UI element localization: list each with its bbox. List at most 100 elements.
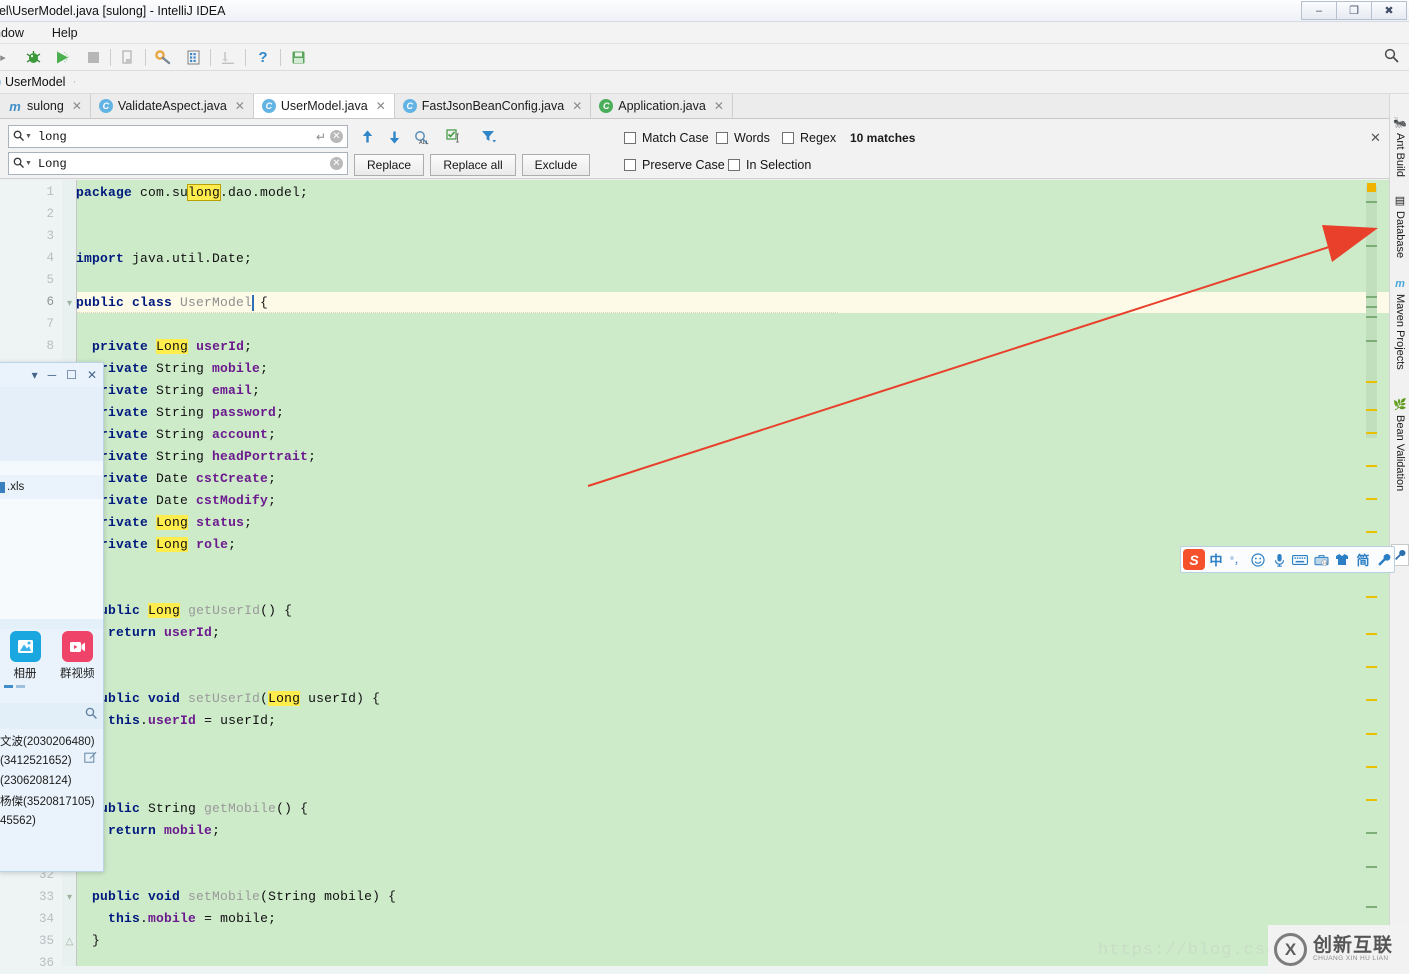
clear-replace-icon[interactable]: ✕: [330, 157, 343, 170]
chevron-down-icon[interactable]: ▼: [25, 160, 32, 167]
search-field-wrapper[interactable]: ▼ ↵ ✕: [8, 125, 348, 148]
settings-icon[interactable]: [148, 45, 178, 69]
edit-icon[interactable]: [84, 751, 97, 767]
checkbox-box: [728, 159, 740, 171]
tab-close-icon[interactable]: ✕: [376, 99, 386, 113]
search-everywhere-icon[interactable]: [1384, 48, 1399, 67]
list-item[interactable]: 文波(2030206480): [0, 731, 103, 751]
tab-validateaspect[interactable]: C ValidateAspect.java ✕: [90, 94, 254, 118]
arrow-down-icon[interactable]: [381, 125, 407, 149]
search-input[interactable]: [35, 128, 312, 145]
chevron-icon[interactable]: ▾: [32, 368, 38, 382]
minimize-button[interactable]: –: [1301, 1, 1337, 20]
tab-close-icon[interactable]: ✕: [572, 99, 582, 113]
line-number: 35: [38, 934, 54, 948]
exclude-button[interactable]: Exclude: [522, 154, 590, 176]
qq-contact-list[interactable]: 文波(2030206480) (3412521652) (2306208124)…: [0, 731, 103, 831]
menu-item-help[interactable]: Help: [52, 26, 78, 40]
sogou-logo-icon[interactable]: S: [1183, 549, 1205, 570]
filter-icon[interactable]: [476, 124, 502, 148]
tab-fastjsonbeanconfig[interactable]: C FastJsonBeanConfig.java ✕: [394, 94, 592, 118]
inspection-status-box[interactable]: [1367, 183, 1376, 192]
emoji-icon[interactable]: [1248, 549, 1268, 570]
qq-app-photo-album[interactable]: 相册: [8, 631, 42, 681]
punctuation-icon[interactable]: °，: [1227, 549, 1247, 570]
marker-match: [1366, 766, 1377, 768]
minimize-icon[interactable]: ─: [48, 368, 57, 382]
breadcrumb-item-usermodel[interactable]: UserModel: [0, 71, 75, 94]
tab-close-icon[interactable]: ✕: [235, 99, 245, 113]
tab-close-icon[interactable]: ✕: [72, 99, 82, 113]
qq-panel[interactable]: ▾ ─ ☐ ✕ .xls 相册 群视频 文波(2030206480) (3412…: [0, 362, 104, 872]
words-checkbox[interactable]: Words: [716, 131, 770, 145]
skin-icon[interactable]: [1332, 549, 1352, 570]
in-selection-checkbox[interactable]: In Selection: [728, 158, 811, 172]
tool-button-label: Bean Validation: [1394, 415, 1406, 492]
database-save-icon[interactable]: [283, 45, 313, 69]
marker-green: [1366, 316, 1377, 318]
fold-marker-icon[interactable]: ▾: [64, 892, 75, 903]
marker-match: [1366, 699, 1377, 701]
marker-match: [1366, 733, 1377, 735]
keyboard-icon[interactable]: [1290, 549, 1310, 570]
list-item[interactable]: 45562): [0, 811, 103, 831]
tab-close-icon[interactable]: ✕: [714, 99, 724, 113]
match-case-checkbox[interactable]: Match Case: [624, 131, 709, 145]
list-item[interactable]: (2306208124): [0, 771, 103, 791]
code-text-area[interactable]: package com.sulong.dao.model; import jav…: [76, 180, 1389, 974]
tab-application[interactable]: C Application.java ✕: [591, 94, 733, 118]
chevron-down-icon[interactable]: ▼: [25, 133, 32, 140]
checkbox-box: [624, 159, 636, 171]
replace-all-button[interactable]: Replace all: [430, 154, 516, 176]
list-item[interactable]: 杨傑(3520817105): [0, 791, 103, 811]
tab-usermodel[interactable]: C UserModel.java ✕: [253, 94, 395, 118]
marker-match: [1366, 531, 1377, 533]
close-button[interactable]: ✖: [1371, 1, 1407, 20]
simplified-chinese-icon[interactable]: 简: [1353, 549, 1373, 570]
wrench-icon[interactable]: [1374, 549, 1394, 570]
sogou-ime-toolbar[interactable]: S 中 °， 14 简: [1180, 546, 1395, 573]
editor-scrollbar-thumb[interactable]: [1366, 186, 1377, 438]
close-find-panel-icon[interactable]: ✕: [1370, 130, 1381, 146]
tool-button-maven-projects[interactable]: m Maven Projects: [1390, 274, 1409, 370]
maximize-icon[interactable]: ☐: [66, 368, 77, 382]
qq-file-item[interactable]: .xls: [0, 475, 103, 499]
chinese-mode-icon[interactable]: 中: [1206, 549, 1226, 570]
tool-button-database[interactable]: ▤ Database: [1390, 190, 1409, 258]
replace-input[interactable]: [35, 155, 326, 172]
replace-button[interactable]: Replace: [354, 154, 424, 176]
qq-app-group-video[interactable]: 群视频: [60, 631, 95, 681]
replace-field-wrapper[interactable]: ▼ ✕: [8, 152, 348, 175]
toolbox-icon[interactable]: 14: [1311, 549, 1331, 570]
qq-banner: [0, 387, 103, 461]
qq-search-bar[interactable]: [0, 703, 103, 729]
tool-button-bean-validation[interactable]: 🌿 Bean Validation: [1390, 394, 1409, 491]
match-count-label: 10 matches: [850, 131, 916, 145]
tab-label: Application.java: [618, 99, 706, 113]
chevron-left-icon[interactable]: ▸: [0, 45, 18, 69]
maximize-button[interactable]: ❐: [1336, 1, 1372, 20]
microphone-icon[interactable]: [1269, 549, 1289, 570]
run-icon[interactable]: [48, 45, 78, 69]
tab-sulong[interactable]: m sulong ✕: [0, 94, 91, 118]
qq-pager-dots[interactable]: [4, 685, 25, 688]
close-icon[interactable]: ✕: [87, 368, 97, 382]
select-all-occurrences-icon[interactable]: ALL: [408, 125, 434, 149]
code-line-8: private Long userId;: [92, 339, 253, 354]
menu-item-window[interactable]: ndow: [0, 26, 24, 40]
preserve-case-checkbox[interactable]: Preserve Case: [624, 158, 725, 172]
fold-marker-icon[interactable]: △: [64, 936, 75, 947]
module-dot-icon: [0, 77, 1, 87]
regex-checkbox[interactable]: Regex: [782, 131, 836, 145]
debug-icon[interactable]: [18, 45, 48, 69]
fold-marker-icon[interactable]: ▾: [64, 298, 75, 309]
help-icon[interactable]: ?: [248, 45, 278, 69]
add-selection-icon[interactable]: [441, 124, 467, 148]
code-line-33: public void setMobile(String mobile) {: [92, 889, 397, 904]
marker-green: [1366, 306, 1377, 308]
clear-search-icon[interactable]: ✕: [330, 130, 343, 143]
code-editor[interactable]: 1 2 3 4 5 6 7 8 32 33 34 35 36 ▾ ▾ △ pac…: [0, 180, 1389, 974]
structure-icon[interactable]: [178, 45, 208, 69]
arrow-up-icon[interactable]: [354, 125, 380, 149]
tool-button-ant-build[interactable]: 🐜 Ant Build: [1390, 112, 1409, 177]
